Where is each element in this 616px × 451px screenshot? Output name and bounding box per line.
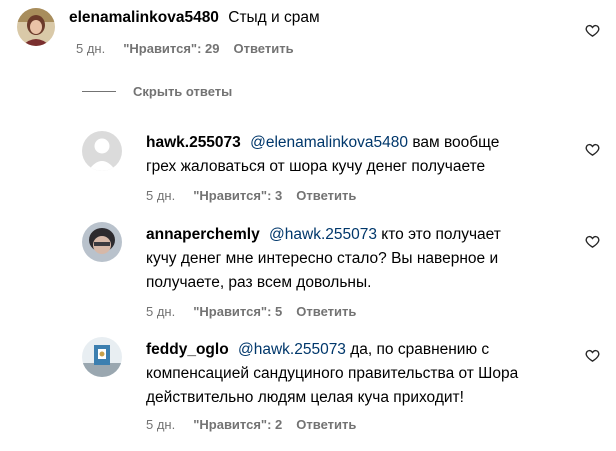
- likes-count[interactable]: "Нравится": 3: [193, 188, 282, 203]
- comment-text: кучу денег мне интересно стало? Вы навер…: [146, 250, 499, 267]
- mention-link[interactable]: @elenamalinkova5480: [250, 134, 408, 151]
- comment-text: вам вообще: [408, 134, 500, 151]
- heart-icon[interactable]: [585, 234, 600, 249]
- avatar[interactable]: [17, 8, 55, 46]
- avatar[interactable]: [82, 337, 122, 377]
- username[interactable]: feddy_oglo: [146, 341, 229, 358]
- likes-count[interactable]: "Нравится": 2: [193, 417, 282, 432]
- username[interactable]: hawk.255073: [146, 134, 241, 151]
- comment-text: действительно людям целая куча приходит!: [146, 389, 464, 406]
- hide-replies-button[interactable]: Скрыть ответы: [82, 84, 232, 99]
- default-avatar-icon: [82, 131, 122, 171]
- user-photo: [82, 222, 122, 262]
- timestamp[interactable]: 5 дн.: [76, 41, 105, 56]
- avatar[interactable]: [82, 131, 122, 171]
- username[interactable]: elenamalinkova5480: [69, 9, 219, 26]
- timestamp[interactable]: 5 дн.: [146, 304, 175, 319]
- mention-link[interactable]: @hawk.255073: [269, 226, 377, 243]
- mention-link[interactable]: @hawk.255073: [238, 341, 346, 358]
- username[interactable]: annaperchemly: [146, 226, 260, 243]
- heart-icon[interactable]: [585, 348, 600, 363]
- user-photo: [82, 337, 122, 377]
- comment-text: получаете, раз всем довольны.: [146, 274, 372, 291]
- timestamp[interactable]: 5 дн.: [146, 188, 175, 203]
- comment-text: да, по сравнению с: [345, 341, 490, 358]
- reply-button[interactable]: Ответить: [234, 41, 294, 56]
- timestamp[interactable]: 5 дн.: [146, 417, 175, 432]
- reply-button[interactable]: Ответить: [296, 304, 356, 319]
- comment-line: feddy_oglo @hawk.255073 да, по сравнению…: [146, 338, 489, 361]
- comment-text: кто это получает: [376, 226, 501, 243]
- comment-line: elenamalinkova5480 Стыд и срам: [69, 6, 320, 29]
- hide-replies-label: Скрыть ответы: [133, 84, 233, 99]
- comment-line: annaperchemly @hawk.255073 кто это получ…: [146, 223, 501, 246]
- reply-button[interactable]: Ответить: [296, 188, 356, 203]
- comment-meta: 5 дн. "Нравится": 5 Ответить: [146, 304, 356, 319]
- likes-count[interactable]: "Нравится": 29: [123, 41, 219, 56]
- comment-line: hawk.255073 @elenamalinkova5480 вам вооб…: [146, 131, 499, 154]
- comment-text: грех жаловаться от шора кучу денег получ…: [146, 158, 486, 175]
- comment-text: компенсацией сандуциного правительства о…: [146, 365, 519, 382]
- comment-text: Стыд и срам: [228, 9, 320, 26]
- likes-count[interactable]: "Нравится": 5: [193, 304, 282, 319]
- divider: [82, 91, 116, 92]
- comment-meta: 5 дн. "Нравится": 2 Ответить: [146, 417, 356, 432]
- user-photo: [17, 8, 55, 46]
- heart-icon[interactable]: [585, 142, 600, 157]
- comment-meta: 5 дн. "Нравится": 3 Ответить: [146, 188, 356, 203]
- comment-meta: 5 дн. "Нравится": 29 Ответить: [76, 41, 294, 56]
- heart-icon[interactable]: [585, 23, 600, 38]
- reply-button[interactable]: Ответить: [296, 417, 356, 432]
- avatar[interactable]: [82, 222, 122, 262]
